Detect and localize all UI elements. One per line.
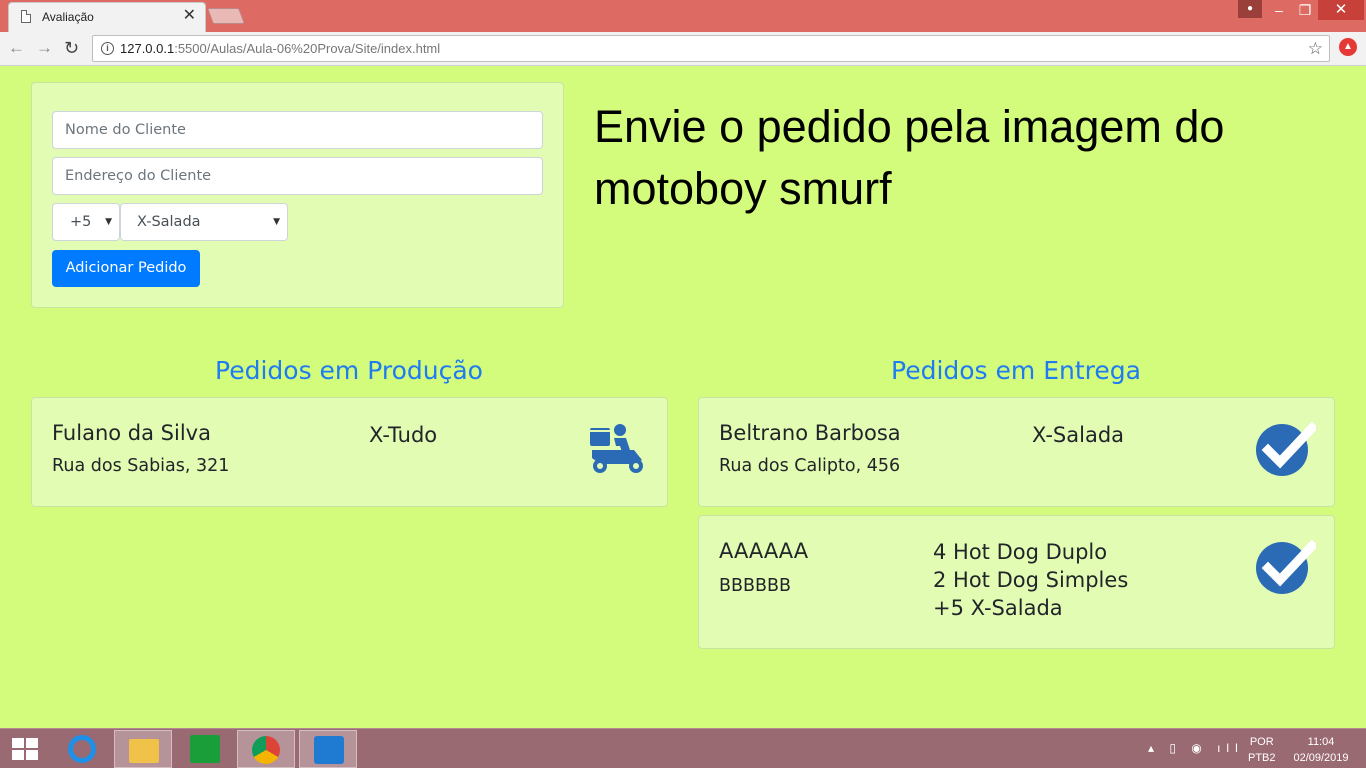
bookmark-star-icon[interactable]: ☆ <box>1308 39 1323 59</box>
order-client-name: Beltrano Barbosa <box>719 421 901 445</box>
order-item: +5 X-Salada <box>933 596 1063 620</box>
restore-button[interactable]: ❐ <box>1292 0 1318 20</box>
new-tab-button[interactable] <box>207 8 245 24</box>
start-tile <box>12 738 24 748</box>
check-circle-icon[interactable] <box>1254 538 1316 594</box>
client-name-input[interactable] <box>52 111 543 149</box>
order-item: X-Salada <box>1032 423 1125 447</box>
browser-tab[interactable]: Avaliação ✕ <box>8 2 206 32</box>
chevron-down-icon: ▼ <box>105 217 112 227</box>
page-headline: Envie o pedido pela imagem do motoboy sm… <box>594 101 1225 214</box>
extension-icon[interactable]: ▲ <box>1339 38 1357 56</box>
browser-titlebar: Avaliação ✕ ● – ❐ ✕ <box>0 0 1366 32</box>
order-client-address: BBBBBB <box>719 576 792 596</box>
file-explorer-icon[interactable] <box>114 730 172 768</box>
clock-time: 11:04 <box>1307 736 1335 748</box>
windows-start-icon[interactable] <box>12 738 38 760</box>
minimize-button[interactable]: – <box>1266 0 1292 20</box>
order-client-name: AAAAAA <box>719 539 809 563</box>
delivery-order-card: AAAAAA BBBBBB 4 Hot Dog Duplo 2 Hot Dog … <box>698 515 1335 649</box>
item-select[interactable]: X-Salada ▼ <box>120 203 288 241</box>
chrome-icon[interactable] <box>237 730 295 768</box>
language-code: POR <box>1249 736 1274 748</box>
order-item: 2 Hot Dog Simples <box>933 568 1129 592</box>
info-icon[interactable]: i <box>101 42 114 55</box>
item-select-value: X-Salada <box>137 214 201 230</box>
production-order-card: Fulano da Silva Rua dos Sabias, 321 X-Tu… <box>31 397 668 507</box>
order-items: 4 Hot Dog Duplo 2 Hot Dog Simples +5 X-S… <box>933 538 1128 622</box>
order-item: 4 Hot Dog Duplo <box>933 540 1108 564</box>
address-bar[interactable]: i 127.0.0.1:5500/Aulas/Aula-06%20Prova/S… <box>92 35 1330 62</box>
forward-arrow-icon[interactable]: → <box>36 39 53 57</box>
tab-close-icon[interactable]: ✕ <box>183 8 196 24</box>
order-items: X-Salada <box>1032 421 1124 449</box>
vscode-icon[interactable] <box>299 730 357 768</box>
store-bag-shape <box>190 735 220 763</box>
keyboard-layout: PTB2 <box>1248 752 1276 764</box>
store-icon[interactable] <box>176 730 234 768</box>
add-order-button[interactable]: Adicionar Pedido <box>52 250 200 287</box>
internet-explorer-icon[interactable] <box>54 730 112 768</box>
document-icon <box>21 10 31 23</box>
delivery-order-card: Beltrano Barbosa Rua dos Calipto, 456 X-… <box>698 397 1335 507</box>
start-tile <box>12 750 24 760</box>
check-circle-icon[interactable] <box>1254 420 1316 476</box>
start-tile <box>26 750 38 760</box>
quantity-select[interactable]: +5 ▼ <box>52 203 120 241</box>
delivery-section-title: Pedidos em Entrega <box>891 356 1141 385</box>
chrome-logo <box>252 736 280 764</box>
order-form-card: +5 ▼ X-Salada ▼ Adicionar Pedido <box>31 82 564 308</box>
client-address-input[interactable] <box>52 157 543 195</box>
reload-icon[interactable]: ↻ <box>64 39 79 57</box>
taskbar-clock[interactable]: 11:04 02/09/2019 <box>1290 734 1352 766</box>
order-client-address: Rua dos Sabias, 321 <box>52 456 230 476</box>
order-client-name: Fulano da Silva <box>52 421 211 445</box>
tab-title: Avaliação <box>42 10 94 24</box>
order-client-address: Rua dos Calipto, 456 <box>719 456 901 476</box>
production-section-title: Pedidos em Produção <box>215 356 483 385</box>
delivery-scooter-icon[interactable] <box>586 420 646 476</box>
folder-shape <box>129 739 159 763</box>
quantity-select-value: +5 <box>70 214 92 230</box>
system-tray-icons[interactable]: ▴ ▯ ◉ ıll <box>1148 741 1244 755</box>
url-text[interactable]: 127.0.0.1:5500/Aulas/Aula-06%20Prova/Sit… <box>120 41 440 56</box>
close-window-button[interactable]: ✕ <box>1318 0 1364 20</box>
taskbar: ▴ ▯ ◉ ıll POR PTB2 11:04 02/09/2019 <box>0 728 1366 768</box>
language-indicator[interactable]: POR PTB2 <box>1248 734 1276 766</box>
clock-date: 02/09/2019 <box>1293 752 1349 764</box>
url-path: :5500/Aulas/Aula-06%20Prova/Site/index.h… <box>174 41 441 56</box>
order-item: X-Tudo <box>369 423 438 447</box>
ie-logo <box>68 735 96 763</box>
back-arrow-icon[interactable]: ← <box>8 39 25 57</box>
browser-toolbar: ← → ↻ i 127.0.0.1:5500/Aulas/Aula-06%20P… <box>0 32 1366 66</box>
user-profile-icon[interactable]: ● <box>1238 0 1262 18</box>
order-items: X-Tudo <box>369 421 437 449</box>
vscode-logo <box>314 736 344 764</box>
start-tile <box>26 738 38 748</box>
url-host: 127.0.0.1 <box>120 41 175 56</box>
chevron-down-icon: ▼ <box>273 217 280 227</box>
